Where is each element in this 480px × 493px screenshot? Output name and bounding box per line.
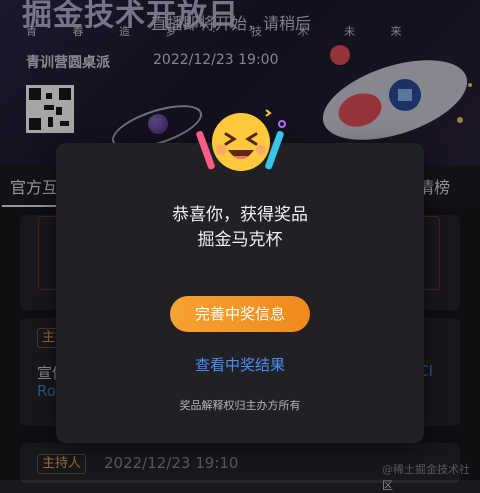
view-result-link[interactable]: 查看中奖结果 [56,354,424,375]
complete-winner-info-button[interactable]: 完善中奖信息 [170,296,310,332]
prize-name: 掘金马克杯 [197,230,283,250]
congrats-message: 恭喜你，获得奖品 [172,205,308,225]
rights-notice: 奖品解释权归主办方所有 [179,399,301,412]
celebration-emoji-icon [196,109,286,171]
